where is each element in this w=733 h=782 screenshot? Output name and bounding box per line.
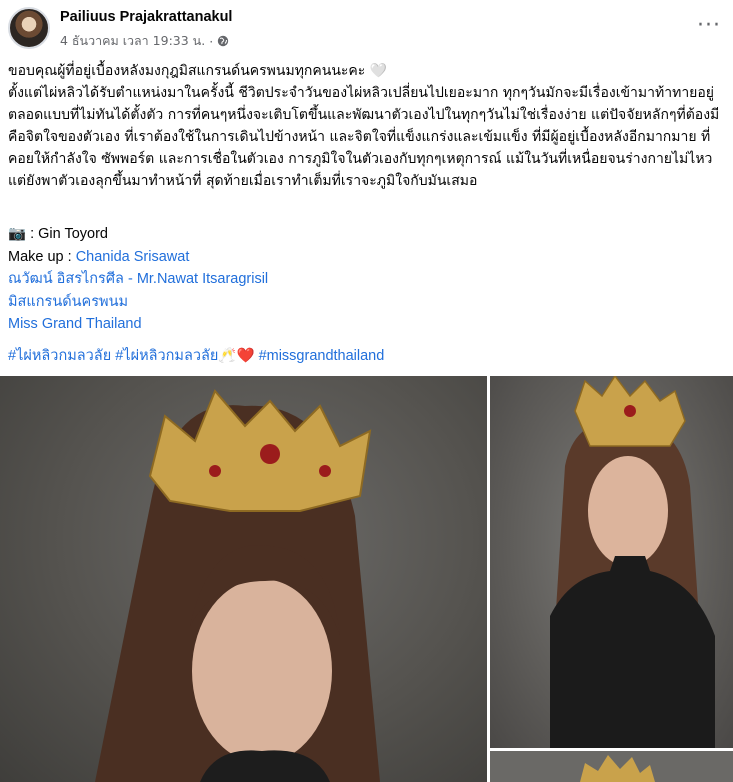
post-meta: 4 ธันวาคม เวลา 19:33 น. · — [60, 31, 229, 51]
portrait-illustration — [95, 389, 380, 782]
photographer-credit: 📷 : Gin Toyord — [8, 226, 108, 242]
post-paragraph: ตั้งแต่ไผ่หลิวได้รับตำแหน่งมาในครั้งนี้ … — [8, 85, 720, 189]
post-header: Pailiuus Prajakrattanakul 4 ธันวาคม เวลา… — [0, 0, 733, 60]
makeup-label: Make up : — [8, 248, 76, 265]
post-photo-main[interactable] — [0, 376, 487, 782]
post-text: ขอบคุณผู้ที่อยู่เบื้องหลังมงกุฎมิสแกรนด์… — [8, 60, 723, 367]
globe-icon[interactable] — [217, 35, 229, 47]
hashtag-link[interactable]: #ไผ่หลิวกมลวลัย — [8, 348, 111, 364]
meta-separator: · — [209, 33, 214, 49]
post-photo-secondary[interactable] — [490, 376, 733, 748]
portrait-illustration — [550, 376, 715, 748]
tagged-person-link[interactable]: ณวัฒน์ อิสรไกรศีล - Mr.Nawat Itsaragrisi… — [8, 271, 268, 287]
credits-block: 📷 : Gin Toyord Make up : Chanida Srisawa… — [8, 223, 723, 336]
author-name[interactable]: Pailiuus Prajakrattanakul — [60, 9, 232, 25]
makeup-artist-link[interactable]: Chanida Srisawat — [76, 249, 190, 265]
crown-illustration — [580, 755, 655, 782]
post-photo-tertiary[interactable] — [490, 751, 733, 782]
hashtag-link[interactable]: #ไผ่หลิวกมลวลัย — [115, 348, 218, 364]
heart-emoji: ❤️ — [236, 347, 255, 364]
makeup-credit: Make up : Chanida Srisawat — [8, 246, 723, 269]
hashtag-link[interactable]: #missgrandthailand — [259, 348, 385, 364]
more-horizontal-icon: ··· — [697, 13, 721, 38]
author-avatar[interactable] — [8, 7, 50, 49]
tagged-page-link[interactable]: Miss Grand Thailand — [8, 316, 142, 332]
more-options-button[interactable]: ··· — [691, 8, 727, 44]
hashtags-line: #ไผ่หลิวกมลวลัย #ไผ่หลิวกมลวลัย🥂❤️ #miss… — [8, 345, 723, 367]
post-paragraph: ขอบคุณผู้ที่อยู่เบื้องหลังมงกุฎมิสแกรนด์… — [8, 63, 388, 79]
tagged-page-link[interactable]: มิสแกรนด์นครพนม — [8, 294, 128, 310]
post-timestamp[interactable]: 4 ธันวาคม เวลา 19:33 น. — [60, 31, 205, 51]
emoji: 🥂 — [218, 347, 237, 364]
